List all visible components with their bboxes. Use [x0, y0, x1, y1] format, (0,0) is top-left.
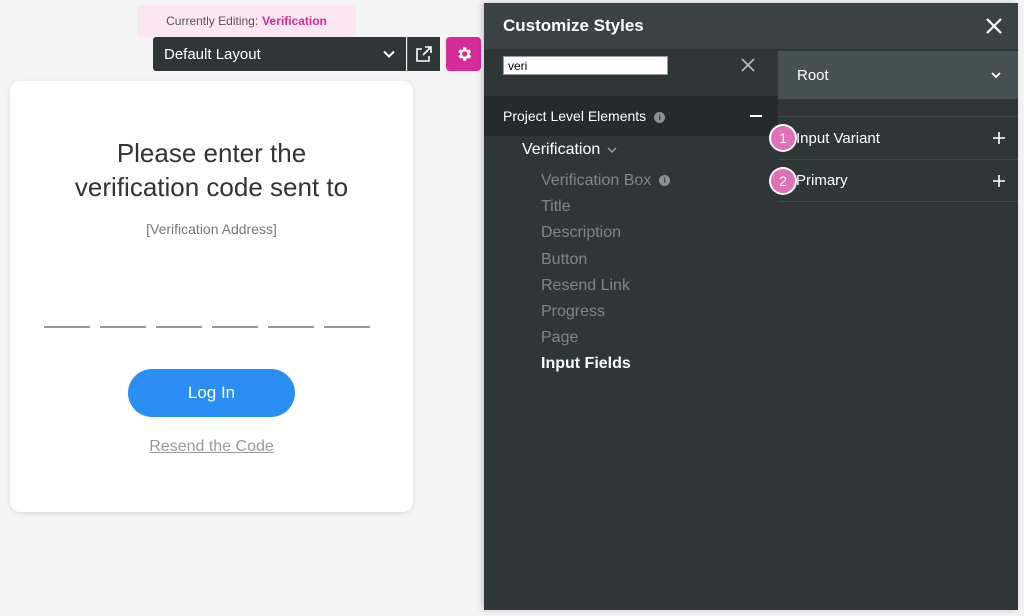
info-icon: i [654, 111, 666, 123]
collapse-minus-icon[interactable] [750, 115, 762, 117]
plus-icon[interactable] [992, 174, 1006, 188]
tree-children: Verification Box i Title Description Butt… [541, 168, 671, 378]
code-digit-input[interactable] [44, 326, 90, 328]
customize-styles-panel: Customize Styles Root Project Level Elem… [484, 3, 1018, 610]
root-dropdown-label: Root [797, 66, 829, 84]
code-digit-input[interactable] [156, 326, 202, 328]
step-badge: 1 [771, 126, 795, 150]
clear-search-icon[interactable] [740, 57, 756, 73]
tree-item-label: Verification [522, 141, 601, 158]
tree-item-verification-box[interactable]: Verification Box i [541, 168, 671, 194]
group-label: Project Level Elements [503, 108, 647, 124]
gear-icon [457, 47, 471, 61]
code-digit-input[interactable] [324, 326, 370, 328]
tree-item-resend-link[interactable]: Resend Link [541, 273, 670, 299]
verification-address: [Verification Address] [146, 221, 277, 237]
layout-dropdown[interactable]: Default Layout [153, 37, 406, 71]
tree-item-description[interactable]: Description [541, 220, 670, 246]
verification-title: Please enter the verification code sent … [10, 136, 413, 204]
settings-gear-button[interactable] [446, 37, 481, 71]
tree-item-page[interactable]: Page [541, 325, 670, 351]
tree-item-verification[interactable]: Verification [522, 141, 618, 159]
code-digit-input[interactable] [212, 326, 258, 328]
plus-icon[interactable] [992, 131, 1006, 145]
code-digit-input[interactable] [100, 326, 146, 328]
code-input-fields [44, 326, 370, 328]
open-external-button[interactable] [407, 37, 440, 71]
layout-dropdown-label: Default Layout [164, 45, 261, 63]
chevron-down-icon [607, 147, 617, 153]
tree-item-title[interactable]: Title [541, 194, 670, 220]
variant-label: Input Variant [796, 129, 880, 147]
title-line-1: Please enter the [116, 138, 307, 168]
external-link-icon [416, 46, 432, 62]
info-icon: i [659, 175, 671, 187]
style-variant-list: 1 Input Variant 2 Primary [771, 116, 1018, 202]
editing-value: Verification [262, 14, 327, 28]
variant-row-primary[interactable]: 2 Primary [771, 159, 1018, 202]
currently-editing-banner: Currently Editing: Verification [137, 5, 356, 37]
code-digit-input[interactable] [268, 326, 314, 328]
panel-header: Customize Styles [484, 3, 1018, 49]
project-level-elements-group[interactable]: Project Level Elements i [484, 96, 778, 136]
panel-title: Customize Styles [503, 16, 644, 35]
step-badge: 2 [771, 169, 795, 193]
variant-row-input-variant[interactable]: 1 Input Variant [771, 116, 1018, 159]
chevron-down-icon [991, 72, 1001, 79]
tree-item-label: Verification Box [541, 172, 652, 189]
style-search-input[interactable] [503, 56, 668, 75]
chevron-down-icon [383, 50, 395, 58]
login-button[interactable]: Log In [128, 369, 295, 417]
resend-code-link[interactable]: Resend the Code [10, 438, 413, 456]
root-dropdown[interactable]: Root [778, 51, 1018, 99]
title-line-2: verification code sent to [74, 172, 349, 202]
editing-prefix: Currently Editing: [166, 14, 259, 28]
verification-card: Please enter the verification code sent … [10, 81, 413, 512]
close-icon[interactable] [984, 16, 1004, 36]
tree-item-button[interactable]: Button [541, 247, 670, 273]
tree-item-progress[interactable]: Progress [541, 299, 670, 325]
variant-label: Primary [796, 172, 848, 189]
tree-item-input-fields[interactable]: Input Fields [541, 351, 670, 377]
